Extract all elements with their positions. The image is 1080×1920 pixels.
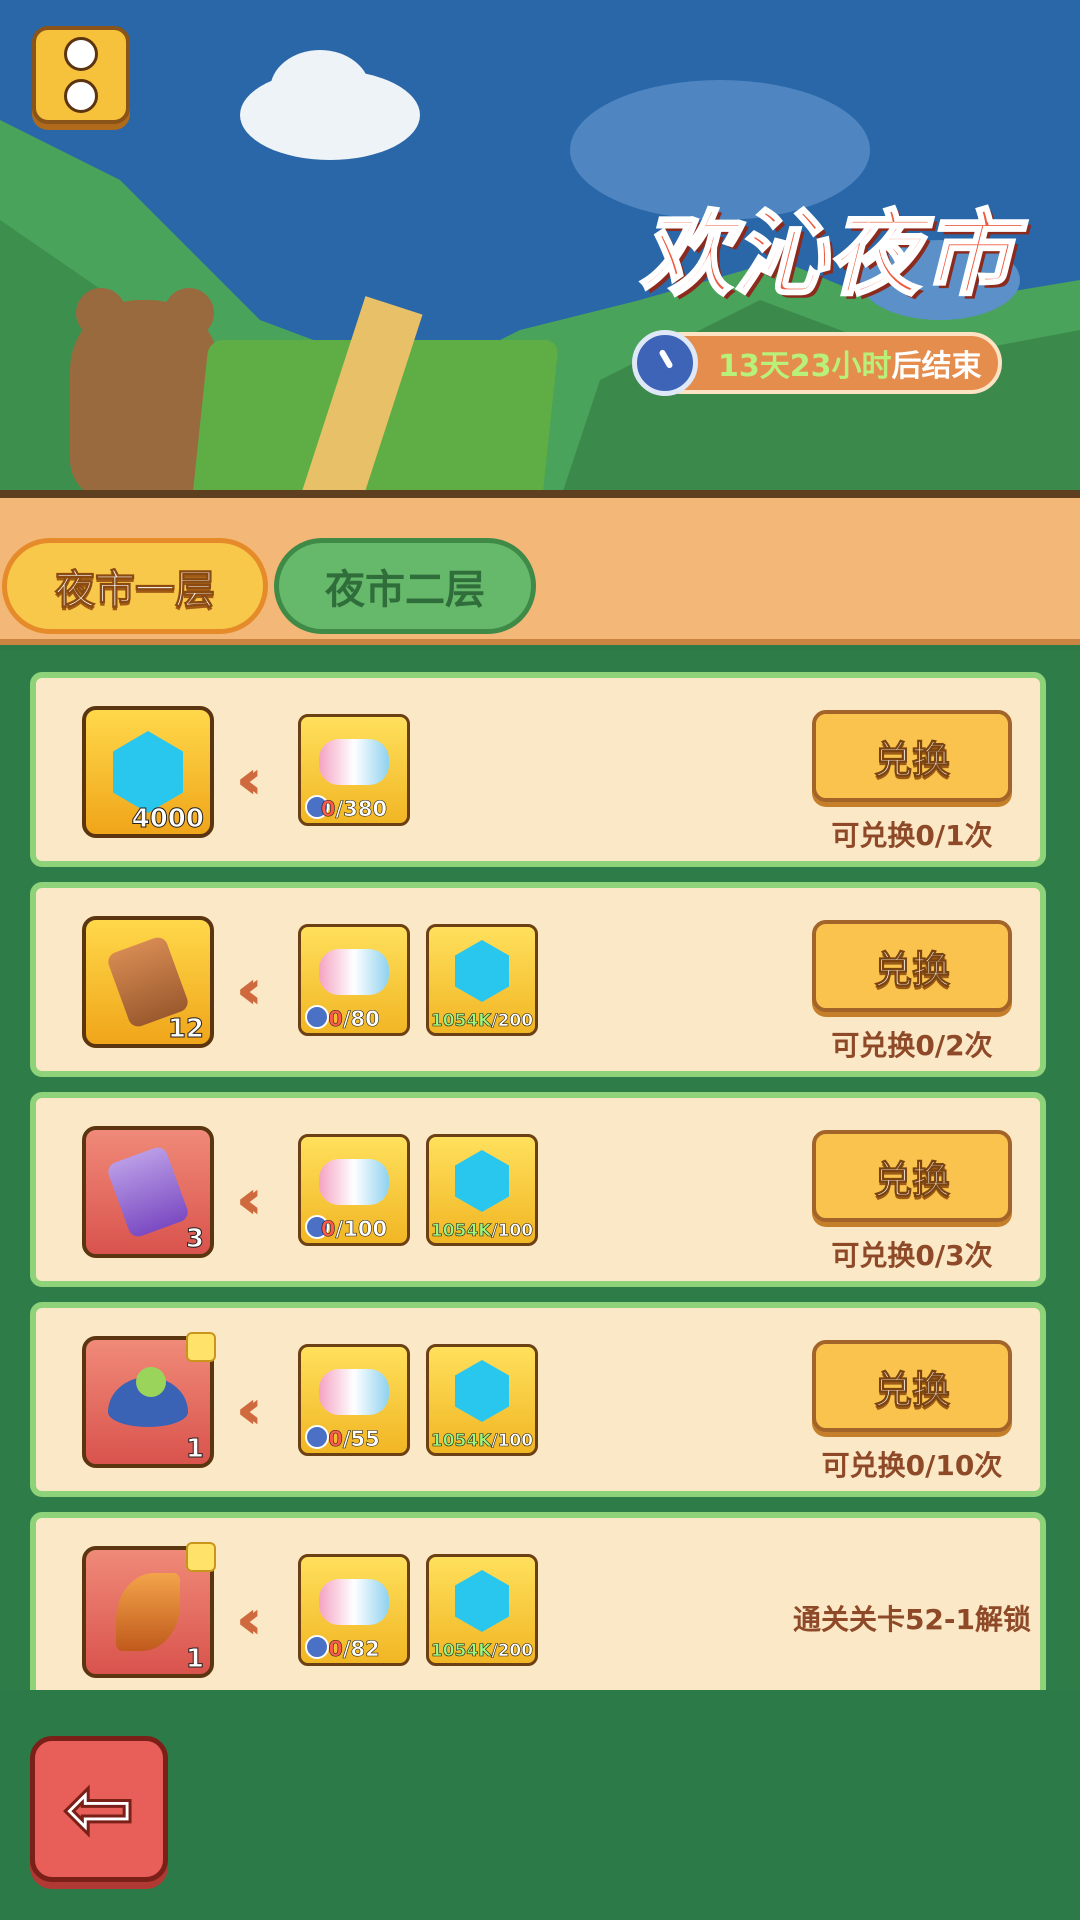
seed-pod-icon xyxy=(108,1367,188,1427)
exchange-button[interactable]: 兑换 xyxy=(812,1340,1012,1432)
cost-label: 1054K/200 xyxy=(430,1641,534,1662)
cost-slot[interactable]: 0/380 xyxy=(298,714,410,826)
exchange-limit: 可兑换0/1次 xyxy=(831,819,993,852)
cost-slot[interactable]: 0/80 xyxy=(298,924,410,1036)
marshmallow-icon xyxy=(319,1159,389,1205)
cost-slot[interactable]: 0/55 xyxy=(298,1344,410,1456)
gem-icon xyxy=(455,940,509,1002)
gem-icon xyxy=(455,1150,509,1212)
exchange-limit: 可兑换0/10次 xyxy=(821,1449,1003,1482)
cost-label: 0/82 xyxy=(328,1637,380,1662)
amber-leaf-icon xyxy=(116,1573,180,1651)
reward-slot[interactable]: 3 xyxy=(82,1126,214,1258)
purple-scroll-icon xyxy=(105,1144,191,1240)
exchange-button[interactable]: 兑换 xyxy=(812,920,1012,1012)
cost-slot[interactable]: 1054K/200 xyxy=(426,924,538,1036)
exchange-row: 4000 ‹‹ 0/380 兑换 可兑换0/1次 xyxy=(30,672,1046,867)
exchange-row: 12 ‹‹ 0/80 1054K/200 兑换 可兑换0/2次 xyxy=(30,882,1046,1077)
cost-label: 1054K/200 xyxy=(430,1011,534,1032)
reward-count: 1 xyxy=(185,1644,204,1675)
marshmallow-icon xyxy=(319,739,389,785)
gem-icon xyxy=(113,731,183,813)
timer-suffix: 后结束 xyxy=(891,349,982,384)
marshmallow-icon xyxy=(319,949,389,995)
cost-label: 0/380 xyxy=(320,797,388,822)
exchange-button[interactable]: 兑换 xyxy=(812,710,1012,802)
puzzle-piece-icon xyxy=(186,1332,216,1362)
exchange-button[interactable]: 兑换 xyxy=(812,1130,1012,1222)
menu-dot-icon xyxy=(64,79,98,113)
cost-slot[interactable]: 1054K/200 xyxy=(426,1554,538,1666)
double-chevron-left-icon: ‹‹ xyxy=(236,748,262,811)
cost-label: 1054K/100 xyxy=(430,1431,534,1452)
cloud xyxy=(270,50,370,130)
cost-slot[interactable]: 1054K/100 xyxy=(426,1134,538,1246)
arrow-left-icon: ⇦ xyxy=(61,1759,136,1859)
gem-icon xyxy=(455,1360,509,1422)
reward-count: 12 xyxy=(167,1014,204,1045)
double-chevron-left-icon: ‹‹ xyxy=(236,1168,262,1231)
cost-slot[interactable]: 0/82 xyxy=(298,1554,410,1666)
reward-count: 4000 xyxy=(131,804,204,835)
reward-count: 1 xyxy=(185,1434,204,1465)
gem-icon xyxy=(455,1570,509,1632)
cost-label: 0/100 xyxy=(320,1217,388,1242)
reward-slot[interactable]: 4000 xyxy=(82,706,214,838)
reward-slot[interactable]: 1 xyxy=(82,1332,216,1468)
menu-dot-icon xyxy=(64,37,98,71)
event-timer: 13天23小时 后结束 xyxy=(650,332,1002,394)
timer-remaining: 13天23小时 xyxy=(718,349,892,384)
reward-slot[interactable]: 12 xyxy=(82,916,214,1048)
reward-count: 3 xyxy=(185,1224,204,1255)
cost-label: 0/55 xyxy=(328,1427,380,1452)
cost-label: 0/80 xyxy=(328,1007,380,1032)
reward-slot[interactable]: 1 xyxy=(82,1542,216,1678)
back-button[interactable]: ⇦ xyxy=(30,1736,168,1882)
exchange-limit: 可兑换0/3次 xyxy=(831,1239,993,1272)
event-title: 欢沁夜市 xyxy=(638,199,1017,310)
double-chevron-left-icon: ‹‹ xyxy=(236,1378,262,1441)
double-chevron-left-icon: ‹‹ xyxy=(236,958,262,1021)
exchange-list[interactable]: 4000 ‹‹ 0/380 兑换 可兑换0/1次 12 ‹‹ 0/80 1054… xyxy=(0,650,1080,1690)
exchange-limit: 可兑换0/2次 xyxy=(831,1029,993,1062)
cost-label: 1054K/100 xyxy=(430,1221,534,1242)
cost-slot[interactable]: 0/100 xyxy=(298,1134,410,1246)
marshmallow-icon xyxy=(319,1579,389,1625)
puzzle-piece-icon xyxy=(186,1542,216,1572)
clock-icon xyxy=(632,330,698,396)
exchange-row: 1 ‹‹ 0/82 1054K/200 通关关卡52-1解锁 xyxy=(30,1512,1046,1690)
cost-slot[interactable]: 1054K/100 xyxy=(426,1344,538,1456)
double-chevron-left-icon: ‹‹ xyxy=(236,1588,262,1651)
tab-floor-1[interactable]: 夜市一层 xyxy=(2,538,268,634)
exchange-row: 3 ‹‹ 0/100 1054K/100 兑换 可兑换0/3次 xyxy=(30,1092,1046,1287)
menu-button[interactable] xyxy=(32,26,130,124)
tab-floor-2[interactable]: 夜市二层 xyxy=(274,538,536,634)
exchange-row: 1 ‹‹ 0/55 1054K/100 兑换 可兑换0/10次 xyxy=(30,1302,1046,1497)
marshmallow-icon xyxy=(319,1369,389,1415)
unlock-requirement: 通关关卡52-1解锁 xyxy=(792,1603,1032,1636)
